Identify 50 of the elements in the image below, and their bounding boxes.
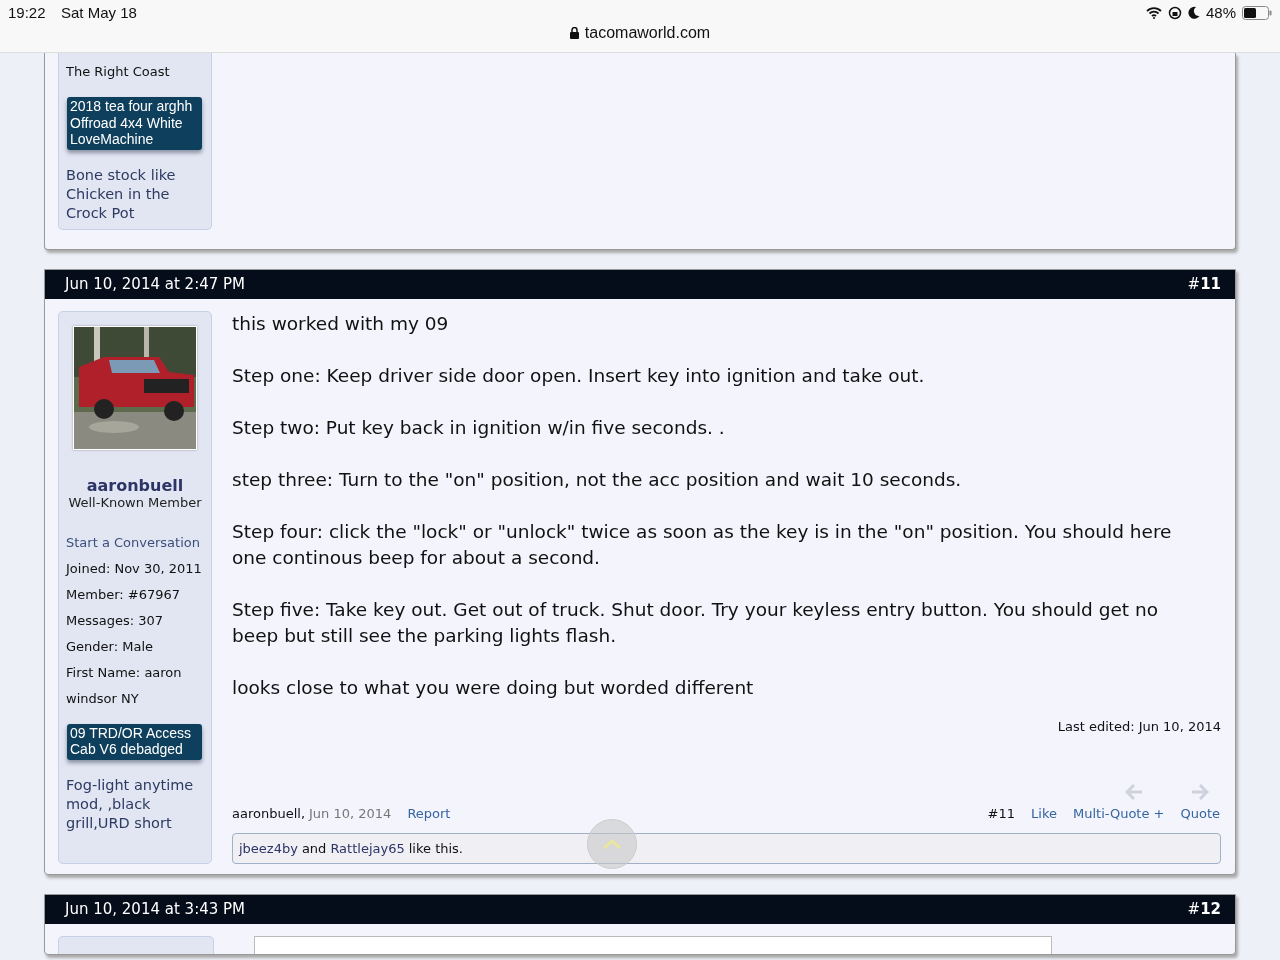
- battery-icon: [1242, 5, 1272, 20]
- vehicle-badge: 2018 tea four arghh Offroad 4x4 White LoveMachine: [67, 97, 202, 150]
- battery-percent: 48%: [1205, 4, 1236, 21]
- message-paragraph: looks close to what you were doing but worded different: [232, 675, 755, 700]
- post-number[interactable]: #12: [1187, 900, 1221, 918]
- message-paragraph: Step two: Put key back in ignition w/in five seconds. .: [232, 415, 726, 440]
- moon-icon: [1187, 6, 1200, 19]
- post-number[interactable]: #11: [1187, 275, 1221, 293]
- signature-text: Fog-light anytime mod, ,black grill,URD short: [66, 775, 195, 833]
- post-footer-date: Jun 10, 2014: [309, 805, 392, 821]
- url-text[interactable]: tacomaworld.com: [584, 24, 711, 42]
- left-arrow-icon[interactable]: [1125, 783, 1143, 800]
- liker-link[interactable]: Rattlejay65: [330, 840, 405, 856]
- last-edited-note: Last edited: Jun 10, 2014: [1057, 718, 1221, 734]
- wifi-icon: [1145, 6, 1162, 19]
- right-arrow-icon[interactable]: [1191, 783, 1209, 800]
- report-link[interactable]: Report: [407, 805, 451, 821]
- user-location: The Right Coast: [66, 63, 171, 81]
- user-title: Well-Known Member: [67, 494, 203, 510]
- user-stat: First Name: aaron: [66, 663, 183, 682]
- vehicle-badge: 09 TRD/OR Access Cab V6 debadged: [67, 723, 202, 760]
- post-author[interactable]: aaronbuell,: [232, 805, 306, 821]
- status-time: 19:22: [8, 4, 46, 21]
- user-stat: Joined: Nov 30, 2011: [66, 559, 203, 578]
- like-link[interactable]: Like: [1031, 805, 1057, 821]
- lock-icon: [569, 27, 579, 39]
- post-date: Jun 10, 2014 at 3:43 PM: [65, 900, 246, 918]
- username[interactable]: aaronbuell: [66, 475, 204, 495]
- rotation-lock-icon: [1167, 5, 1182, 20]
- user-location: windsor NY: [66, 689, 140, 708]
- message-paragraph: Step five: Take key out. Get out of truck. Shut door. Try your keyless entry button. You should get no beep but still see the parking lights flash.: [232, 597, 1160, 648]
- status-date: Sat May 18: [61, 4, 137, 21]
- message-paragraph: Step one: Keep driver side door open. Insert key into ignition and take out.: [232, 363, 926, 388]
- multi-quote-link[interactable]: Multi-Quote +: [1072, 805, 1165, 821]
- likes-suffix: like this.: [408, 840, 463, 856]
- quote-link[interactable]: Quote: [1180, 805, 1220, 821]
- likes-joiner: and: [301, 840, 327, 856]
- liker-link[interactable]: jbeez4by: [239, 840, 298, 856]
- message-paragraph: this worked with my 09: [232, 311, 450, 336]
- scroll-to-top-button[interactable]: [587, 819, 637, 869]
- user-stat: Gender: Male: [66, 637, 154, 656]
- start-conversation-link[interactable]: Start a Conversation: [66, 529, 204, 556]
- caret-up-icon: [602, 839, 622, 849]
- user-stat: Member: #67967: [66, 585, 181, 604]
- user-stat: Messages: 307: [66, 611, 165, 630]
- message-paragraph: Step four: click the "lock" or "unlock" twice as soon as the key is in the "on" position. You should here one continous beep for about a second.: [232, 519, 1173, 570]
- post-date: Jun 10, 2014 at 2:47 PM: [65, 275, 246, 293]
- signature-text: Bone stock like Chicken in the Crock Pot: [66, 165, 177, 223]
- post-permalink[interactable]: #11: [987, 805, 1016, 821]
- message-paragraph: step three: Turn to the "on" position, not the acc position and wait 10 seconds.: [232, 467, 963, 492]
